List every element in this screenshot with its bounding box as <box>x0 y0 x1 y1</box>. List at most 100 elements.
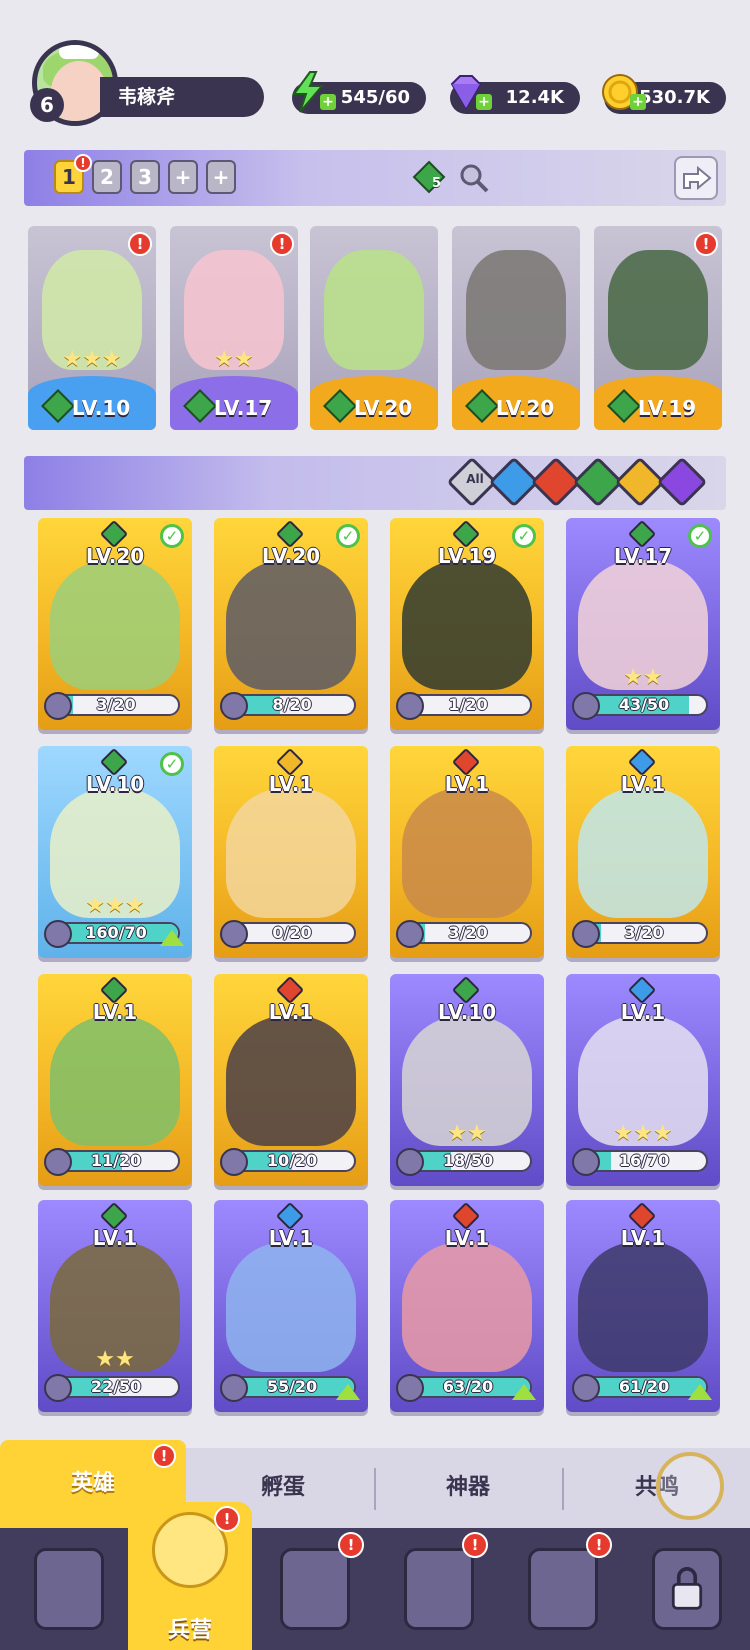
player-name: 韦稼斧 <box>100 77 264 117</box>
hero-card[interactable]: LV.1 3/20 <box>566 746 720 958</box>
tab-artifacts[interactable]: 神器 <box>376 1448 560 1528</box>
team-hero-portrait <box>608 250 708 370</box>
team-hero-level: LV.20 <box>353 396 413 420</box>
team-slot-2[interactable]: 2 <box>92 160 122 194</box>
locked-icon <box>652 1548 722 1630</box>
team-slot-add-2[interactable]: + <box>206 160 236 194</box>
hero-level: LV.1 <box>268 1226 314 1250</box>
team-slot-3[interactable]: 3 <box>130 160 160 194</box>
hero-card[interactable]: LV.1 63/20 <box>390 1200 544 1412</box>
upgrade-arrow-icon <box>688 1384 712 1400</box>
hero-card-count: 1/20 <box>448 695 488 714</box>
hero-card-count: 3/20 <box>448 923 488 942</box>
hero-card[interactable]: LV.20 ✓ 8/20 <box>214 518 368 730</box>
team-hero-card[interactable]: LV.19! <box>594 226 722 430</box>
hero-portrait <box>50 560 180 690</box>
team-hero-card[interactable]: ★★★ LV.10! <box>28 226 156 430</box>
filter-all-label: All <box>466 472 484 486</box>
hero-card-shard-icon <box>44 1148 72 1176</box>
element-filter-bar: All <box>24 456 726 510</box>
upgrade-arrow-icon <box>336 1384 360 1400</box>
guild-icon <box>528 1548 598 1630</box>
hero-card-shard-icon <box>572 920 600 948</box>
search-icon[interactable] <box>458 162 490 194</box>
hero-level: LV.1 <box>268 1000 314 1024</box>
hero-card-count: 8/20 <box>272 695 312 714</box>
floating-action-button[interactable] <box>656 1452 724 1520</box>
tab-heroes-alert: ! <box>152 1444 176 1468</box>
team-hero-card[interactable]: LV.20 <box>452 226 580 430</box>
map-book-icon <box>280 1548 350 1630</box>
sub-tab-bar: 英雄 ! 孵蛋 神器 共鸣 <box>0 1440 750 1528</box>
hero-card-shard-icon <box>572 1148 600 1176</box>
hero-card-shard-icon <box>396 1148 424 1176</box>
bottom-navigation: 兵营 ! ! ! ! <box>0 1502 750 1650</box>
hero-card[interactable]: LV.1 0/20 <box>214 746 368 958</box>
nav-barracks[interactable]: 兵营 ! <box>128 1502 252 1650</box>
nav-cards[interactable] <box>6 1528 130 1650</box>
team-hero-level: LV.20 <box>495 396 555 420</box>
temple-icon <box>404 1548 474 1630</box>
hero-card-shard-icon <box>220 692 248 720</box>
hero-card-count: 22/50 <box>90 1377 142 1396</box>
hero-card[interactable]: LV.1 ★★ 22/50 <box>38 1200 192 1412</box>
hero-card[interactable]: LV.10 ✓ ★★★ 160/70 <box>38 746 192 958</box>
hero-card-shard-icon <box>44 920 72 948</box>
hero-card[interactable]: LV.1 10/20 <box>214 974 368 1186</box>
hero-stars: ★★ <box>95 1347 135 1372</box>
nav-map[interactable]: ! <box>252 1528 376 1650</box>
in-team-check-icon: ✓ <box>512 524 536 548</box>
hero-card[interactable]: LV.1 ★★★ 16/70 <box>566 974 720 1186</box>
hero-card[interactable]: LV.10 ★★ 18/50 <box>390 974 544 1186</box>
in-team-check-icon: ✓ <box>160 752 184 776</box>
share-button[interactable] <box>674 156 718 200</box>
team-slot-add-1[interactable]: + <box>168 160 198 194</box>
team-hero-card[interactable]: ★★ LV.17! <box>170 226 298 430</box>
hero-card-count: 16/70 <box>618 1151 670 1170</box>
hero-card-shard-icon <box>220 1148 248 1176</box>
nav-temple[interactable]: ! <box>376 1528 500 1650</box>
nav-temple-alert: ! <box>462 1532 488 1558</box>
team-selector-bar: 1 ! 2 3 + + 5 <box>24 150 726 206</box>
hero-portrait <box>402 560 532 690</box>
hero-level: LV.1 <box>92 1000 138 1024</box>
hero-stars: ★★★ <box>85 893 145 918</box>
gold-plus-button[interactable]: + <box>630 94 646 110</box>
hero-card-shard-icon <box>396 1374 424 1402</box>
hero-card[interactable]: LV.1 11/20 <box>38 974 192 1186</box>
hero-card[interactable]: LV.1 55/20 <box>214 1200 368 1412</box>
nav-guild-alert: ! <box>586 1532 612 1558</box>
nav-guild[interactable]: ! <box>500 1528 624 1650</box>
team-hero-alert: ! <box>128 232 152 256</box>
hero-level: LV.1 <box>444 1226 490 1250</box>
hero-card-count: 3/20 <box>624 923 664 942</box>
hero-card[interactable]: LV.19 ✓ 1/20 <box>390 518 544 730</box>
team-hero-portrait <box>466 250 566 370</box>
hero-card-shard-icon <box>220 920 248 948</box>
share-icon <box>683 165 712 191</box>
nav-locked[interactable] <box>624 1528 748 1650</box>
hero-level: LV.1 <box>268 772 314 796</box>
hero-card[interactable]: LV.1 61/20 <box>566 1200 720 1412</box>
team-slot-alert: ! <box>74 154 92 172</box>
hero-card-shard-icon <box>572 1374 600 1402</box>
top-resource-bar: 韦稼斧 6 545/60 + 12.4K + 530.7K + <box>0 0 750 140</box>
hero-card[interactable]: LV.17 ✓ ★★ 43/50 <box>566 518 720 730</box>
team-hero-stars: ★★ <box>214 347 254 372</box>
hero-card[interactable]: LV.20 ✓ 3/20 <box>38 518 192 730</box>
lock-icon <box>671 1567 703 1610</box>
hero-portrait <box>578 788 708 918</box>
hero-card[interactable]: LV.1 3/20 <box>390 746 544 958</box>
hero-portrait <box>226 788 356 918</box>
in-team-check-icon: ✓ <box>336 524 360 548</box>
hero-level: LV.1 <box>620 1000 666 1024</box>
gem-plus-button[interactable]: + <box>476 94 492 110</box>
hero-level: LV.1 <box>444 772 490 796</box>
hero-portrait <box>402 788 532 918</box>
filter-dark-button[interactable] <box>656 456 708 508</box>
hero-level: LV.1 <box>620 772 666 796</box>
cards-icon <box>34 1548 104 1630</box>
hero-stars: ★★★ <box>613 1121 673 1146</box>
team-hero-card[interactable]: LV.20 <box>310 226 438 430</box>
energy-plus-button[interactable]: + <box>320 94 336 110</box>
